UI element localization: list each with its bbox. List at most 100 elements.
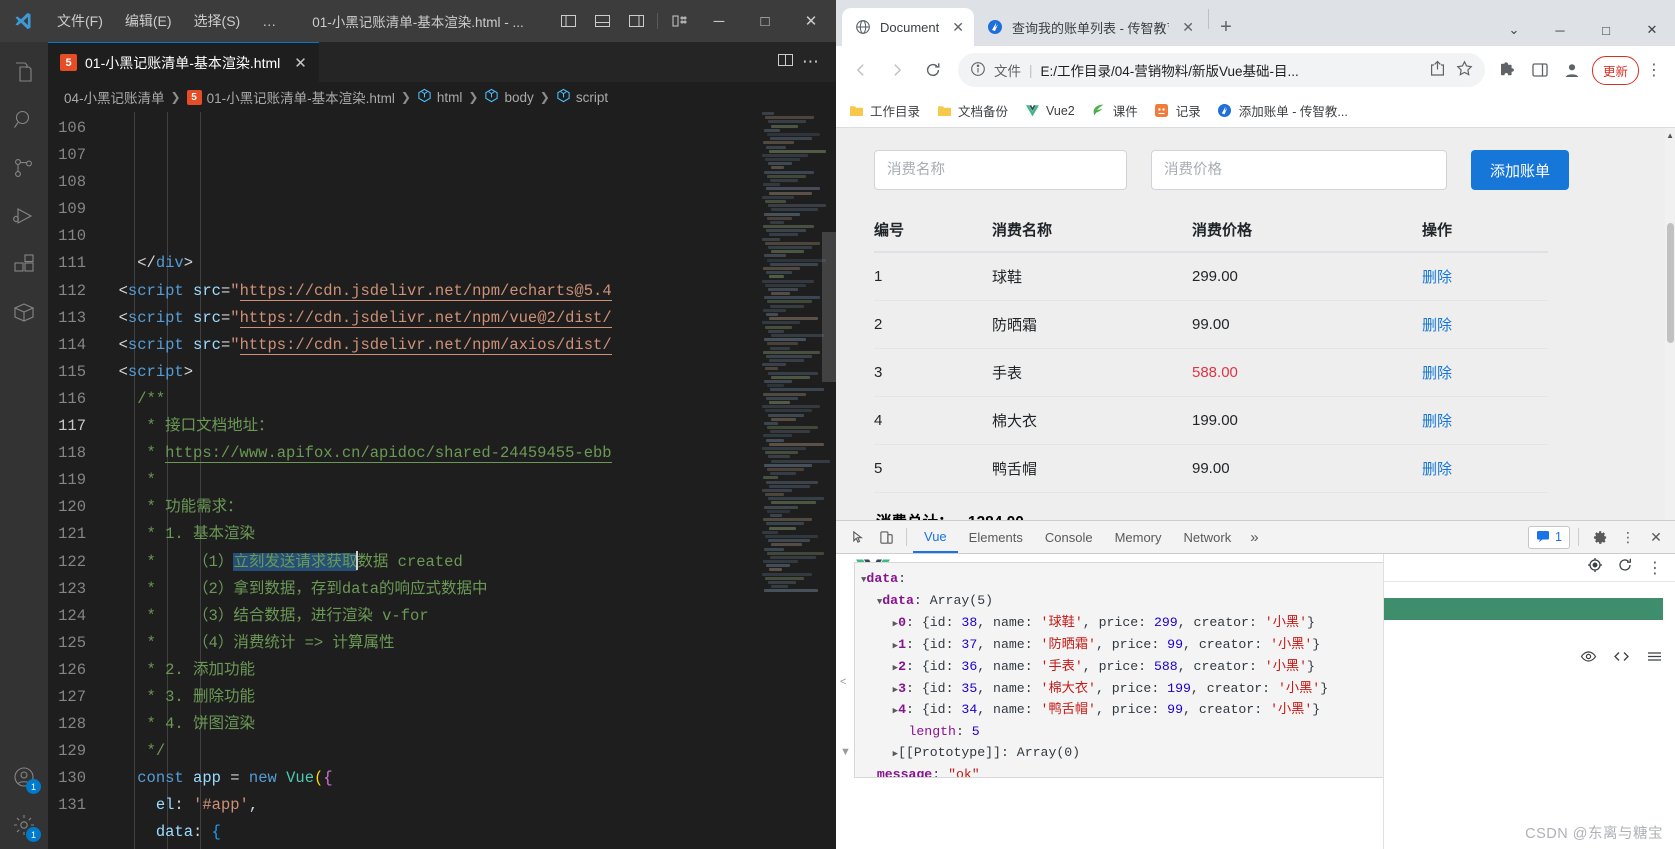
toggle-primary-sidebar-icon[interactable] (551, 4, 585, 38)
editor-more-actions-icon[interactable]: ⋯ (798, 52, 824, 72)
code-line[interactable]: */ (100, 738, 836, 765)
code-line[interactable]: * （4）消费统计 => 计算属性 (100, 630, 836, 657)
sidebar-item-remote-explorer[interactable] (0, 288, 48, 336)
sidebar-item-extensions[interactable] (0, 240, 48, 288)
consumption-name-input[interactable] (874, 150, 1127, 190)
code-line[interactable]: <script src="https://cdn.jsdelivr.net/np… (100, 278, 836, 305)
devtools-close-icon[interactable]: ✕ (1643, 524, 1669, 550)
target-icon[interactable] (1587, 557, 1603, 578)
code-editor[interactable]: 106 107 108 109 110 111 112 113 114 115 116 117 118 1… (48, 112, 836, 849)
bookmark-item[interactable]: 文档备份 (936, 101, 1008, 120)
delete-link[interactable]: 删除 (1422, 317, 1452, 334)
code-line[interactable]: * https://www.apifox.cn/apidoc/shared-24… (100, 440, 836, 467)
code-line[interactable]: * （1）立刻发送请求获取数据 created (100, 549, 836, 576)
message-count-badge[interactable]: 1 (1528, 525, 1570, 549)
expand-down-icon[interactable]: ▼ (840, 746, 851, 758)
window-maximize-button[interactable]: □ (1583, 14, 1629, 46)
breadcrumb-file[interactable]: 5 01-小黑记账清单-基本渲染.html (186, 87, 395, 107)
devtools-kebab-icon[interactable]: ⋮ (1615, 524, 1641, 550)
sidebar-item-explorer[interactable] (0, 48, 48, 96)
window-close-button[interactable]: ✕ (1629, 14, 1675, 46)
editor-scrollbar-thumb[interactable] (822, 232, 836, 382)
info-circle-icon[interactable] (970, 61, 986, 80)
tab-elements[interactable]: Elements (958, 521, 1034, 553)
collapse-left-icon[interactable]: < (840, 676, 846, 688)
editor-scrollbar[interactable] (822, 112, 836, 849)
vue-data-inspector[interactable]: ▼data: ▼data: Array(5) ▶0: {id: 38, name… (854, 562, 1402, 778)
toggle-panel-icon[interactable] (585, 4, 619, 38)
close-icon[interactable]: ✕ (1182, 19, 1194, 36)
chrome-menu-icon[interactable]: ⋮ (1641, 60, 1667, 80)
tab-memory[interactable]: Memory (1104, 521, 1173, 553)
code-line[interactable]: * (100, 467, 836, 494)
code-line[interactable]: /** (100, 386, 836, 413)
sidebar-item-settings[interactable]: 1 (0, 801, 48, 849)
back-arrow-icon[interactable] (844, 53, 878, 87)
side-panel-icon[interactable] (1525, 55, 1555, 85)
window-minimize-button[interactable]: ─ (696, 0, 742, 42)
menu-overflow[interactable]: … (251, 10, 287, 32)
breadcrumb-symbol-body[interactable]: body (484, 88, 534, 106)
customize-layout-icon[interactable] (662, 4, 696, 38)
refresh-icon[interactable] (1617, 557, 1633, 578)
star-icon[interactable] (1456, 60, 1473, 80)
window-maximize-button[interactable]: □ (742, 0, 788, 42)
forward-arrow-icon[interactable] (880, 53, 914, 87)
delete-link[interactable]: 删除 (1422, 269, 1452, 286)
code-line[interactable]: * 2. 添加功能 (100, 657, 836, 684)
code-line[interactable]: const app = new Vue({ (100, 765, 836, 792)
page-scrollbar[interactable]: ▲ ▼ (1665, 128, 1675, 571)
code-line[interactable]: * 功能需求： (100, 494, 836, 521)
share-icon[interactable] (1429, 60, 1446, 80)
menu-selection[interactable]: 选择(S) (183, 8, 252, 34)
tab-console[interactable]: Console (1034, 521, 1104, 553)
list-icon[interactable] (1646, 648, 1663, 670)
editor-minimap[interactable] (760, 112, 830, 849)
bookmark-item[interactable]: Vue2 (1024, 103, 1075, 119)
menu-edit[interactable]: 编辑(E) (114, 8, 183, 34)
add-bill-button[interactable]: 添加账单 (1471, 150, 1570, 190)
code-line[interactable]: * （2）拿到数据，存到data的响应式数据中 (100, 576, 836, 603)
address-bar[interactable]: 文件 | E:/工作目录/04-营销物料/新版Vue基础-目... (958, 53, 1485, 87)
sidebar-item-run-and-debug[interactable] (0, 192, 48, 240)
inspect-cursor-icon[interactable] (844, 524, 872, 550)
breadcrumb-symbol-html[interactable]: html (417, 88, 462, 106)
bookmark-item[interactable]: 添加账单 - 传智教... (1217, 101, 1348, 120)
bookmark-item[interactable]: 工作目录 (848, 101, 920, 120)
more-tabs-icon[interactable]: » (1242, 529, 1266, 546)
code-line[interactable]: <script src="https://cdn.jsdelivr.net/np… (100, 332, 836, 359)
code-line[interactable]: data: { (100, 819, 836, 846)
scroll-up-arrow-icon[interactable]: ▲ (1666, 131, 1674, 140)
sidebar-item-source-control[interactable] (0, 144, 48, 192)
split-editor-icon[interactable] (777, 52, 794, 73)
bookmark-item[interactable]: 课件 (1091, 101, 1138, 120)
editor-tab-close-icon[interactable]: ✕ (294, 54, 307, 72)
delete-link[interactable]: 删除 (1422, 365, 1452, 382)
gear-icon[interactable] (1587, 524, 1613, 550)
code-line[interactable]: * （3）结合数据，进行渲染 v-for (100, 603, 836, 630)
delete-link[interactable]: 删除 (1422, 461, 1452, 478)
code-line[interactable]: <script src="https://cdn.jsdelivr.net/np… (100, 305, 836, 332)
code-icon[interactable] (1613, 648, 1630, 670)
page-scrollbar-thumb[interactable] (1667, 223, 1674, 343)
breadcrumb-symbol-script[interactable]: script (556, 88, 608, 106)
toggle-secondary-sidebar-icon[interactable] (619, 4, 653, 38)
breadcrumb-folder[interactable]: 04-小黑记账清单 (64, 87, 165, 107)
device-toolbar-icon[interactable] (872, 524, 900, 550)
puzzle-icon[interactable] (1493, 55, 1523, 85)
code-line[interactable]: * 3. 删除功能 (100, 684, 836, 711)
code-line[interactable]: el: '#app', (100, 792, 836, 819)
code-line[interactable]: <script> (100, 359, 836, 386)
editor-tab-active[interactable]: 5 01-小黑记账清单-基本渲染.html ✕ (48, 42, 319, 82)
consumption-price-input[interactable] (1151, 150, 1447, 190)
new-tab-button[interactable]: + (1211, 12, 1241, 42)
code-line[interactable]: * 1. 基本渲染 (100, 521, 836, 548)
tab-vue[interactable]: Vue (913, 521, 958, 553)
right-pane-kebab-icon[interactable]: ⋮ (1647, 558, 1663, 578)
sidebar-item-search[interactable] (0, 96, 48, 144)
menu-file[interactable]: 文件(F) (46, 8, 114, 34)
delete-link[interactable]: 删除 (1422, 413, 1452, 430)
browser-tab-document[interactable]: Document ✕ (842, 8, 974, 46)
browser-tab-bill-list[interactable]: 查询我的账单列表 - 传智教育 ✕ (974, 8, 1204, 46)
close-icon[interactable]: ✕ (952, 19, 964, 36)
